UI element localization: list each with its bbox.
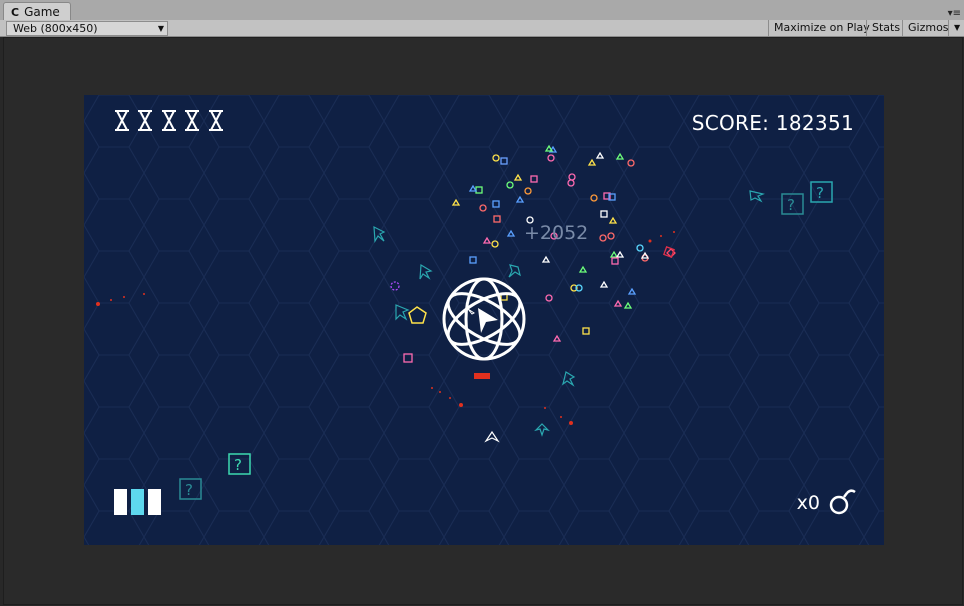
game-scene: ? ? ? ? xyxy=(84,95,884,545)
svg-text:?: ? xyxy=(816,184,824,202)
energy-bar xyxy=(148,489,161,515)
chevron-down-icon: ▼ xyxy=(157,24,164,33)
game-toolbar: Web (800x450) ▼ Maximize on Play Stats G… xyxy=(0,20,964,37)
tab-game[interactable]: C Game xyxy=(3,2,71,21)
game-view-icon: C xyxy=(11,5,20,19)
bomb-count: x0 xyxy=(796,492,820,514)
resolution-value: Web (800x450) xyxy=(13,22,98,35)
editor-tab-bar: C Game ▾≡ xyxy=(0,0,964,21)
resolution-dropdown[interactable]: Web (800x450) ▼ xyxy=(6,21,168,36)
svg-text:?: ? xyxy=(185,481,193,499)
game-canvas[interactable]: ? ? ? ? SCORE: 182351 +2052 x0 xyxy=(84,95,884,545)
svg-text:?: ? xyxy=(234,456,242,474)
gizmos-dropdown-arrow-icon[interactable]: ▼ xyxy=(948,20,964,36)
svg-text:?: ? xyxy=(787,196,795,214)
panel-menu-icon[interactable]: ▾≡ xyxy=(948,8,961,19)
gizmos-button[interactable]: Gizmos xyxy=(902,20,954,36)
score-display: SCORE: 182351 xyxy=(691,111,854,135)
energy-bar xyxy=(114,489,127,515)
player-health-bar xyxy=(474,373,490,379)
energy-meter xyxy=(114,489,161,515)
tab-game-label: Game xyxy=(24,5,60,19)
stats-button[interactable]: Stats xyxy=(866,20,905,36)
maximize-on-play-button[interactable]: Maximize on Play xyxy=(768,20,875,36)
score-popup: +2052 xyxy=(524,222,589,244)
energy-bar xyxy=(131,489,144,515)
